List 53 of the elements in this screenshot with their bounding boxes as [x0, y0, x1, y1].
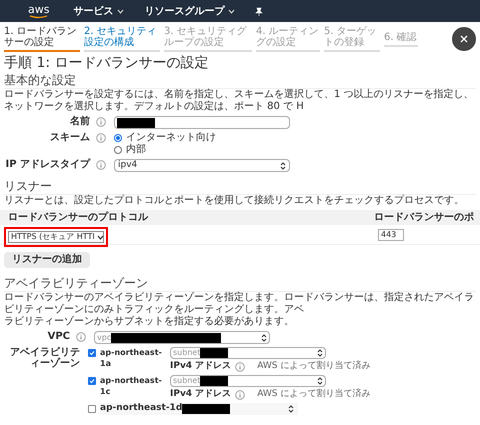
aws-logo: aws [24, 4, 54, 18]
nav-menu-item[interactable]: リソースグループ [144, 4, 236, 18]
info-icon[interactable] [96, 133, 106, 143]
radio-button[interactable] [114, 134, 122, 142]
updown-arrows-icon [317, 377, 323, 385]
close-button[interactable] [452, 27, 476, 51]
field-label: IPv4 アドレス [170, 389, 232, 400]
field-label: IP アドレスタイプ [5, 159, 90, 171]
pin-icon[interactable] [255, 6, 264, 16]
field-label: IPv4 アドレス [170, 361, 232, 372]
radio-option[interactable]: インターネット向け [114, 132, 216, 144]
info-icon[interactable] [96, 117, 106, 127]
radio-button[interactable] [114, 146, 122, 154]
info-icon[interactable] [235, 390, 246, 400]
checkbox[interactable] [88, 405, 96, 413]
column-header: ロードバランサーのプロトコル [8, 210, 150, 225]
protocol-select[interactable]: HTTPS (セキュア HTTI [8, 231, 104, 243]
section-heading: 基本的な設定 [4, 72, 476, 89]
wizard-step-tab[interactable]: 1. ロードバランサーの設定 [4, 26, 80, 52]
section-description: ロードバランサーを設定するには、名前を指定し、スキームを選択して、1 つ以上のリスナーを指定し、ネットワークを選択します。デフォルトの設定は、ポート 80 で H [4, 89, 475, 113]
zone-row[interactable]: ap-northeast-1d [100, 403, 298, 415]
checkbox[interactable] [88, 377, 96, 385]
field-label: 名前 [70, 116, 90, 128]
nav-menu-item[interactable]: サービス [73, 4, 124, 18]
field-label: アベイラビリティーゾーン [9, 347, 81, 369]
caret-icon [96, 234, 104, 240]
page-title: 手順 1: ロードバランサーの設定 [4, 54, 210, 72]
port-input-field[interactable]: 443 [378, 228, 404, 240]
radio-option[interactable]: 内部 [114, 144, 216, 156]
ipv4-value: AWS によって割り当て済み [256, 361, 370, 372]
info-icon[interactable] [76, 332, 86, 342]
field-label: スキーム [50, 132, 90, 144]
updown-arrows-icon [288, 405, 294, 413]
section-description: リスナーとは、設定したプロトコルとポートを使用して接続リクエストをチェックするプロセスです。 [4, 195, 465, 207]
close-icon [460, 35, 468, 43]
add-listener-button[interactable]: リスナーの追加 [4, 252, 90, 268]
zone-name: ap-northeast-1a [100, 347, 163, 369]
section-description: ロードバランサーのアベイラビリティーゾーンを指定します。ロードバランサーは、指定されたアベイラビリティーゾーンにのみトラフィックをルーティングします。アベ ラビリティーゾーンからサブネットを指定する必要があります。 [4, 292, 475, 328]
info-icon[interactable] [96, 160, 106, 170]
info-icon[interactable] [235, 362, 246, 372]
section-heading: リスナー [4, 178, 476, 195]
column-header: ロードバランサーのポ [374, 211, 472, 225]
checkbox[interactable] [88, 349, 96, 357]
updown-arrows-icon [280, 162, 286, 170]
zone-name: ap-northeast-1c [100, 375, 163, 397]
updown-arrows-icon [317, 349, 323, 357]
ip-type-select[interactable]: ipv4 [114, 159, 290, 172]
ipv4-value: AWS によって割り当て済み [256, 389, 370, 400]
field-label: VPC [48, 331, 70, 343]
name-input-field[interactable] [114, 116, 290, 129]
updown-arrows-icon [261, 334, 267, 342]
section-heading: アベイラビリティーゾーン [4, 275, 476, 292]
wizard-step-tab[interactable]: 2. セキュリティ設定の構成 [84, 26, 160, 52]
